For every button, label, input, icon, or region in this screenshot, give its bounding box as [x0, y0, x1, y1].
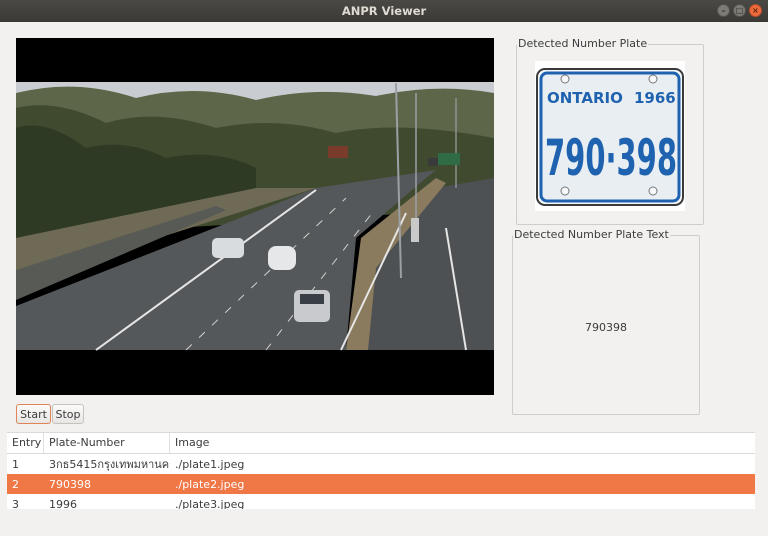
detected-plate-title: Detected Number Plate — [517, 37, 649, 50]
cell-plate: 3กธ5415กรุงเทพมหานคร — [49, 458, 170, 471]
cell-plate: 1996 — [49, 498, 77, 509]
column-header-entry[interactable]: Entry — [7, 433, 44, 453]
plate-number-text: 790·398 — [545, 129, 677, 187]
plate-image: ONTARIO 1966 790·398 — [535, 61, 685, 211]
window-title: ANPR Viewer — [341, 4, 427, 18]
column-header-plate-number[interactable]: Plate-Number — [44, 433, 170, 453]
detected-plate-group: Detected Number Plate ONTARIO 1966 790·3… — [516, 37, 704, 225]
window-controls: – □ × — [717, 4, 762, 17]
cell-image: ./plate2.jpeg — [175, 478, 245, 491]
table-header: Entry Plate-Number Image — [7, 433, 755, 454]
close-icon[interactable]: × — [749, 4, 762, 17]
cell-plate: 790398 — [49, 478, 91, 491]
start-button[interactable]: Start — [16, 404, 51, 424]
highway-scene-image — [16, 38, 494, 395]
plate-region-text: ONTARIO — [547, 89, 623, 107]
table-row[interactable]: 3 1996 ./plate3.jpeg — [7, 494, 755, 509]
cell-image: ./plate3.jpeg — [175, 498, 245, 509]
title-bar: ANPR Viewer – □ × — [0, 0, 768, 22]
table-row[interactable]: 1 3กธ5415กรุงเทพมหานคร ./plate1.jpeg — [7, 454, 755, 474]
detected-text-title: Detected Number Plate Text — [513, 228, 670, 241]
cell-entry: 1 — [12, 458, 19, 471]
cell-entry: 3 — [12, 498, 19, 509]
table-row-selected[interactable]: 2 790398 ./plate2.jpeg — [7, 474, 755, 494]
column-header-image[interactable]: Image — [170, 433, 755, 453]
detected-text-group: Detected Number Plate Text 790398 — [512, 228, 700, 415]
minimize-icon[interactable]: – — [717, 4, 730, 17]
video-frame — [16, 38, 494, 395]
cell-image: ./plate1.jpeg — [175, 458, 245, 471]
cell-entry: 2 — [12, 478, 19, 491]
stop-button[interactable]: Stop — [52, 404, 84, 424]
plates-table[interactable]: Entry Plate-Number Image 1 3กธ5415กรุงเท… — [7, 432, 755, 509]
plate-year-text: 1966 — [634, 89, 676, 107]
maximize-icon[interactable]: □ — [733, 4, 746, 17]
detected-plate-value: 790398 — [585, 321, 627, 334]
